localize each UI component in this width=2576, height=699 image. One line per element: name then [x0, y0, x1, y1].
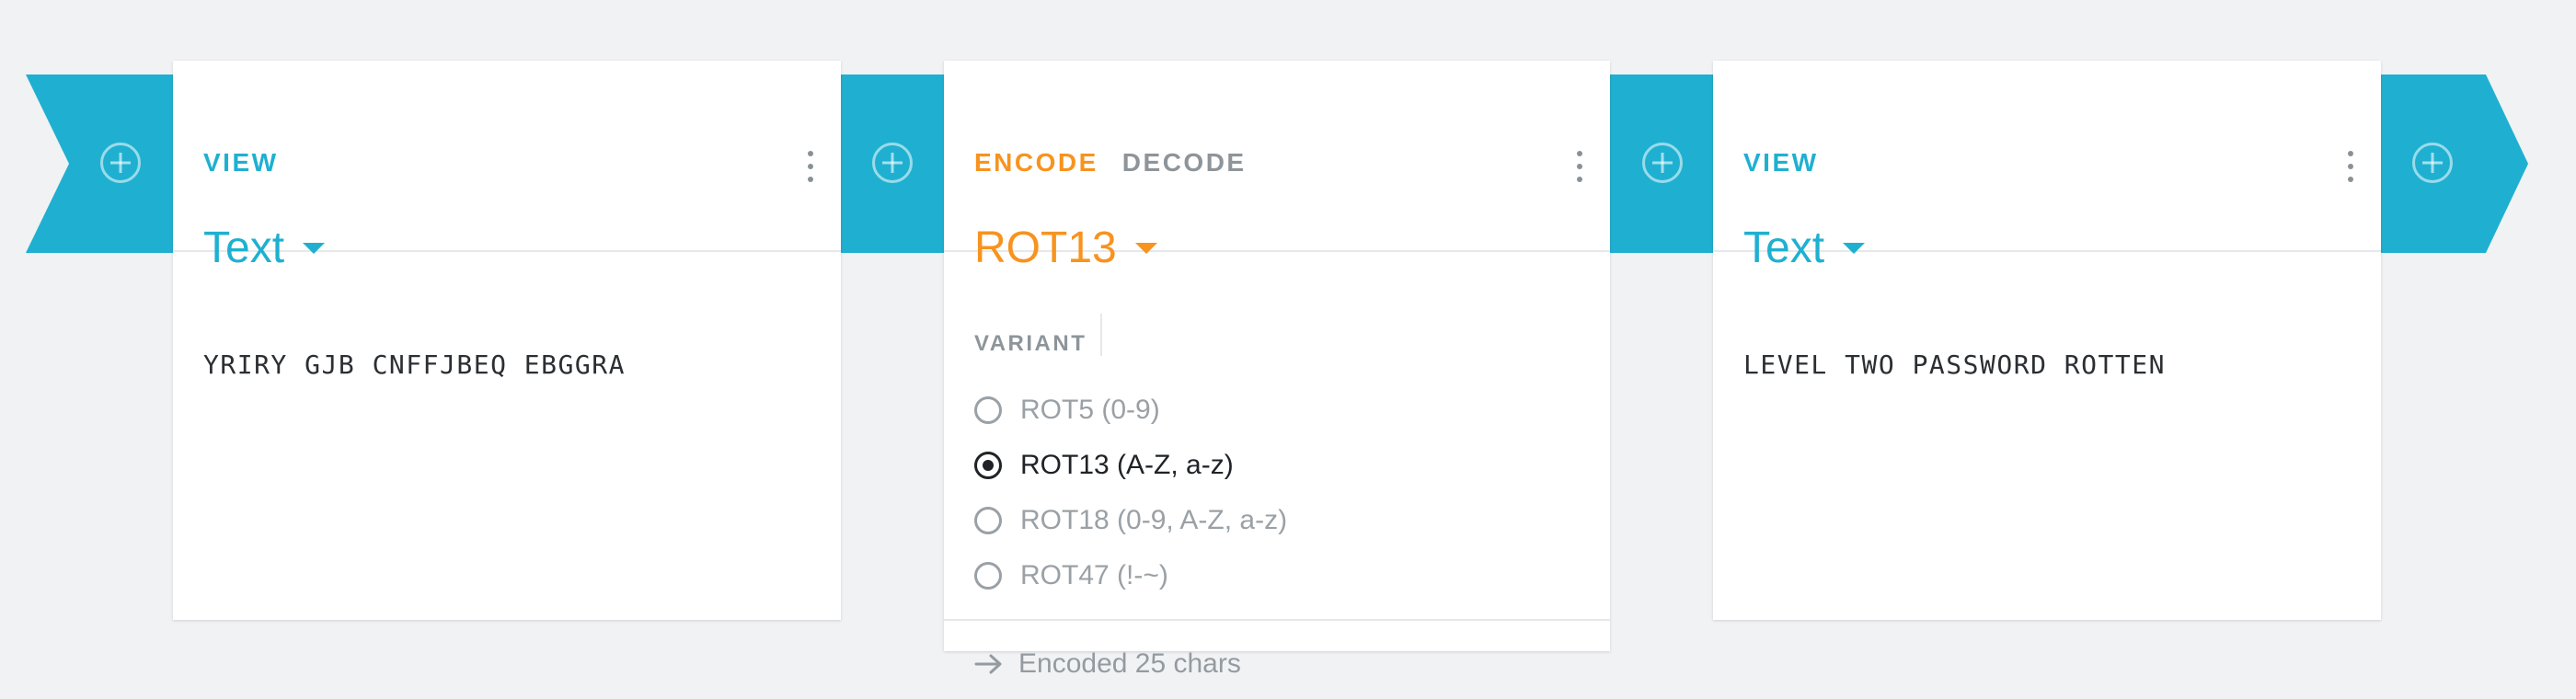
- variant-option-rot13[interactable]: ROT13 (A-Z, a-z): [974, 438, 1287, 493]
- variant-options: ROT5 (0-9) ROT13 (A-Z, a-z) ROT18 (0-9, …: [974, 383, 1287, 603]
- add-component-icon[interactable]: [872, 143, 913, 183]
- more-vert-icon[interactable]: [2346, 151, 2355, 182]
- rot13-card: ENCODE DECODE ROT13 VARIANT ROT5 (0-9) R…: [944, 61, 1610, 679]
- text-content[interactable]: LEVEL TWO PASSWORD ROTTEN: [1743, 350, 2166, 380]
- add-component-icon[interactable]: [1642, 143, 1683, 183]
- caret-down-icon: [1134, 242, 1157, 254]
- variant-option-rot47[interactable]: ROT47 (!-~): [974, 548, 1287, 603]
- add-component-icon[interactable]: [100, 143, 141, 183]
- add-component-icon[interactable]: [2412, 143, 2453, 183]
- more-vert-icon[interactable]: [1575, 151, 1584, 182]
- variant-option-label: ROT13 (A-Z, a-z): [1020, 450, 1234, 480]
- format-label: Text: [1743, 223, 1825, 272]
- text-content[interactable]: YRIRY GJB CNFFJBEQ EBGGRA: [203, 350, 626, 380]
- status-text: Encoded 25 chars: [1018, 648, 1241, 679]
- tab-view[interactable]: VIEW: [1743, 148, 1819, 178]
- variant-option-label: ROT5 (0-9): [1020, 395, 1160, 425]
- variant-option-rot18[interactable]: ROT18 (0-9, A-Z, a-z): [974, 493, 1287, 548]
- radio-button[interactable]: [974, 562, 1002, 590]
- arrow-right-icon: [974, 654, 1002, 674]
- more-vert-icon[interactable]: [806, 151, 815, 182]
- caret-down-icon: [303, 242, 326, 254]
- variant-option-label: ROT18 (0-9, A-Z, a-z): [1020, 505, 1288, 535]
- variant-option-label: ROT47 (!-~): [1020, 560, 1168, 590]
- format-selector[interactable]: Text: [203, 223, 326, 273]
- card-header: ENCODE DECODE ROT13: [944, 61, 1610, 272]
- format-selector[interactable]: Text: [1743, 223, 1866, 273]
- radio-button[interactable]: [974, 452, 1002, 479]
- card-header: VIEW Text: [1713, 61, 2381, 272]
- card-header: VIEW Text: [173, 61, 841, 272]
- variant-label: VARIANT: [974, 331, 1087, 356]
- cipher-selector[interactable]: ROT13: [974, 223, 1157, 273]
- variant-option-rot5[interactable]: ROT5 (0-9): [974, 383, 1287, 438]
- tab-encode[interactable]: ENCODE: [974, 148, 1098, 178]
- card-tabs: VIEW: [1743, 148, 1819, 178]
- format-label: Text: [203, 223, 285, 272]
- caret-down-icon: [1843, 242, 1866, 254]
- radio-button[interactable]: [974, 396, 1002, 424]
- radio-button[interactable]: [974, 507, 1002, 534]
- status-line: Encoded 25 chars: [974, 648, 1241, 680]
- tab-decode[interactable]: DECODE: [1122, 148, 1247, 178]
- card-tabs: VIEW: [203, 148, 279, 178]
- card-tabs: ENCODE DECODE: [974, 148, 1247, 178]
- view-card-input: VIEW Text YRIRY GJB CNFFJBEQ EBGGRA: [173, 61, 841, 620]
- tab-view[interactable]: VIEW: [203, 148, 279, 178]
- pipeline-band-end: [2379, 74, 2528, 253]
- view-card-output: VIEW Text LEVEL TWO PASSWORD ROTTEN: [1713, 61, 2381, 620]
- card-footer: Encoded 25 chars: [944, 619, 1610, 679]
- variant-divider: [1100, 314, 1102, 356]
- cipher-label: ROT13: [974, 223, 1117, 272]
